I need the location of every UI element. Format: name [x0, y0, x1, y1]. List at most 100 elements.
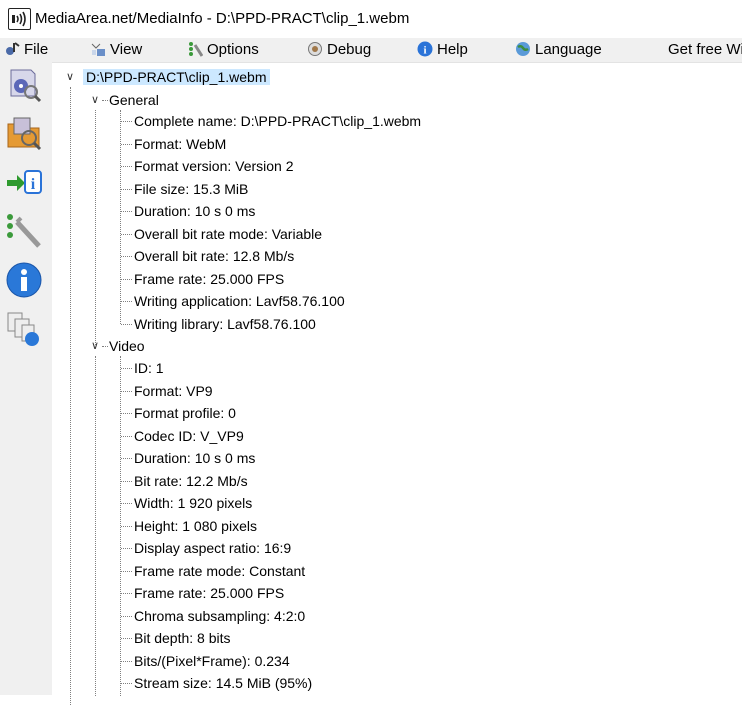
open-folder-icon — [5, 117, 43, 155]
tree-connector — [121, 211, 132, 212]
tree-connector — [102, 346, 108, 347]
tree-connector — [121, 390, 132, 392]
svg-text:i: i — [423, 45, 426, 57]
view-icon — [90, 41, 106, 57]
left-toolbar: i — [0, 62, 52, 695]
tree-connector — [121, 188, 132, 190]
tree-item[interactable]: Frame rate mode: Constant — [134, 561, 305, 581]
preferences-button[interactable] — [5, 212, 43, 250]
tree-connector — [121, 121, 132, 122]
menu-language[interactable]: Language — [515, 38, 602, 62]
menu-view-label: View — [110, 41, 143, 58]
tree-item[interactable]: Stream size: 14.5 MiB (95%) — [134, 673, 312, 693]
about-icon — [5, 262, 43, 302]
tree-section-general[interactable]: General — [109, 90, 159, 110]
file-icon — [4, 41, 20, 57]
tree-item[interactable]: Width: 1 920 pixels — [134, 493, 252, 513]
language-icon — [515, 41, 531, 57]
general-expand-chevron-icon[interactable]: ∨ — [88, 90, 102, 110]
export-icon: i — [5, 170, 43, 205]
tree-item[interactable]: Frame rate: 25.000 FPS — [134, 583, 284, 603]
menu-debug-label: Debug — [327, 41, 372, 58]
tree-guide-line — [120, 110, 121, 324]
options-icon — [187, 41, 204, 57]
tree-guide-line — [95, 110, 96, 345]
menu-file-label: File — [24, 41, 49, 58]
menu-options[interactable]: Options — [187, 38, 259, 62]
tree-item[interactable]: Codec ID: V_VP9 — [134, 426, 244, 446]
tree-item[interactable]: Height: 1 080 pixels — [134, 516, 257, 536]
tree-item[interactable]: Frame rate: 25.000 FPS — [134, 269, 284, 289]
tree-item[interactable]: Format: VP9 — [134, 381, 213, 401]
preferences-icon — [5, 214, 43, 253]
mediainfo-app-icon — [8, 8, 31, 30]
tree-item[interactable]: File size: 15.3 MiB — [134, 179, 248, 199]
open-file-button[interactable] — [5, 66, 43, 104]
tree-connector — [102, 100, 108, 101]
tree-item[interactable]: Bit rate: 12.2 Mb/s — [134, 471, 248, 491]
menu-file[interactable]: File — [4, 38, 48, 62]
info-tree[interactable]: ∨ D:\PPD-PRACT\clip_1.webm ∨ General Com… — [52, 63, 742, 705]
tree-connector — [121, 143, 132, 145]
knowledge-base-button[interactable] — [5, 310, 43, 348]
open-folder-button[interactable] — [5, 114, 43, 152]
tree-connector — [121, 525, 132, 527]
tree-connector — [121, 660, 132, 662]
tree-item[interactable]: Format version: Version 2 — [134, 156, 294, 176]
menu-language-label: Language — [535, 41, 602, 58]
tree-connector — [121, 256, 132, 257]
tree-item[interactable]: ID: 1 — [134, 358, 164, 378]
tree-item[interactable]: Bit depth: 8 bits — [134, 628, 231, 648]
section-video-label: Video — [109, 338, 145, 354]
tree-connector — [121, 503, 132, 504]
tree-item[interactable]: Chroma subsampling: 4:2:0 — [134, 606, 305, 626]
tree-connector — [121, 233, 132, 235]
debug-icon — [307, 41, 323, 57]
tree-connector — [121, 480, 132, 482]
tree-section-video[interactable]: Video — [109, 336, 145, 356]
tree-item[interactable]: Writing application: Lavf58.76.100 — [134, 291, 345, 311]
knowledge-base-icon — [5, 312, 43, 351]
menu-get-free-wi[interactable]: Get free Wi — [668, 38, 742, 62]
export-button[interactable]: i — [5, 164, 43, 202]
tree-connector — [121, 683, 132, 684]
tree-item[interactable]: Display aspect ratio: 16:9 — [134, 538, 291, 558]
tree-item[interactable]: Writing library: Lavf58.76.100 — [134, 314, 316, 334]
tree-guide-line — [70, 87, 71, 705]
tree-connector — [121, 413, 132, 414]
tree-item[interactable]: Duration: 10 s 0 ms — [134, 448, 255, 468]
svg-text:i: i — [31, 176, 36, 193]
video-expand-chevron-icon[interactable]: ∨ — [88, 336, 102, 356]
tree-root-label: D:\PPD-PRACT\clip_1.webm — [83, 69, 270, 85]
tree-guide-line — [95, 356, 96, 696]
tree-connector — [121, 435, 132, 437]
menu-help[interactable]: i Help — [417, 38, 468, 62]
menu-bar: File View Options Debug i Help Language … — [0, 38, 742, 63]
tree-item[interactable]: Format: WebM — [134, 134, 226, 154]
tree-connector — [121, 615, 132, 617]
tree-connector — [121, 458, 132, 459]
tree-item[interactable]: Format profile: 0 — [134, 403, 236, 423]
title-bar: MediaArea.net/MediaInfo - D:\PPD-PRACT\c… — [0, 0, 742, 38]
tree-connector — [121, 638, 132, 639]
open-file-icon — [5, 69, 43, 107]
help-icon: i — [417, 41, 433, 57]
tree-item[interactable]: Complete name: D:\PPD-PRACT\clip_1.webm — [134, 111, 421, 131]
tree-connector — [121, 323, 132, 325]
menu-options-label: Options — [207, 41, 259, 58]
tree-item[interactable]: Overall bit rate mode: Variable — [134, 224, 322, 244]
menu-debug[interactable]: Debug — [307, 38, 371, 62]
tree-connector — [121, 548, 132, 549]
about-button[interactable] — [5, 261, 43, 299]
tree-root-node[interactable]: D:\PPD-PRACT\clip_1.webm — [83, 67, 270, 87]
tree-item[interactable]: Overall bit rate: 12.8 Mb/s — [134, 246, 294, 266]
menu-view[interactable]: View — [90, 38, 142, 62]
tree-connector — [121, 278, 132, 280]
tree-connector — [121, 570, 132, 572]
root-expand-chevron-icon[interactable]: ∨ — [63, 67, 77, 87]
menu-help-label: Help — [437, 41, 468, 58]
tree-item[interactable]: Duration: 10 s 0 ms — [134, 201, 255, 221]
tree-item[interactable]: Bits/(Pixel*Frame): 0.234 — [134, 651, 290, 671]
window-title: MediaArea.net/MediaInfo - D:\PPD-PRACT\c… — [35, 10, 410, 27]
tree-connector — [121, 368, 132, 369]
